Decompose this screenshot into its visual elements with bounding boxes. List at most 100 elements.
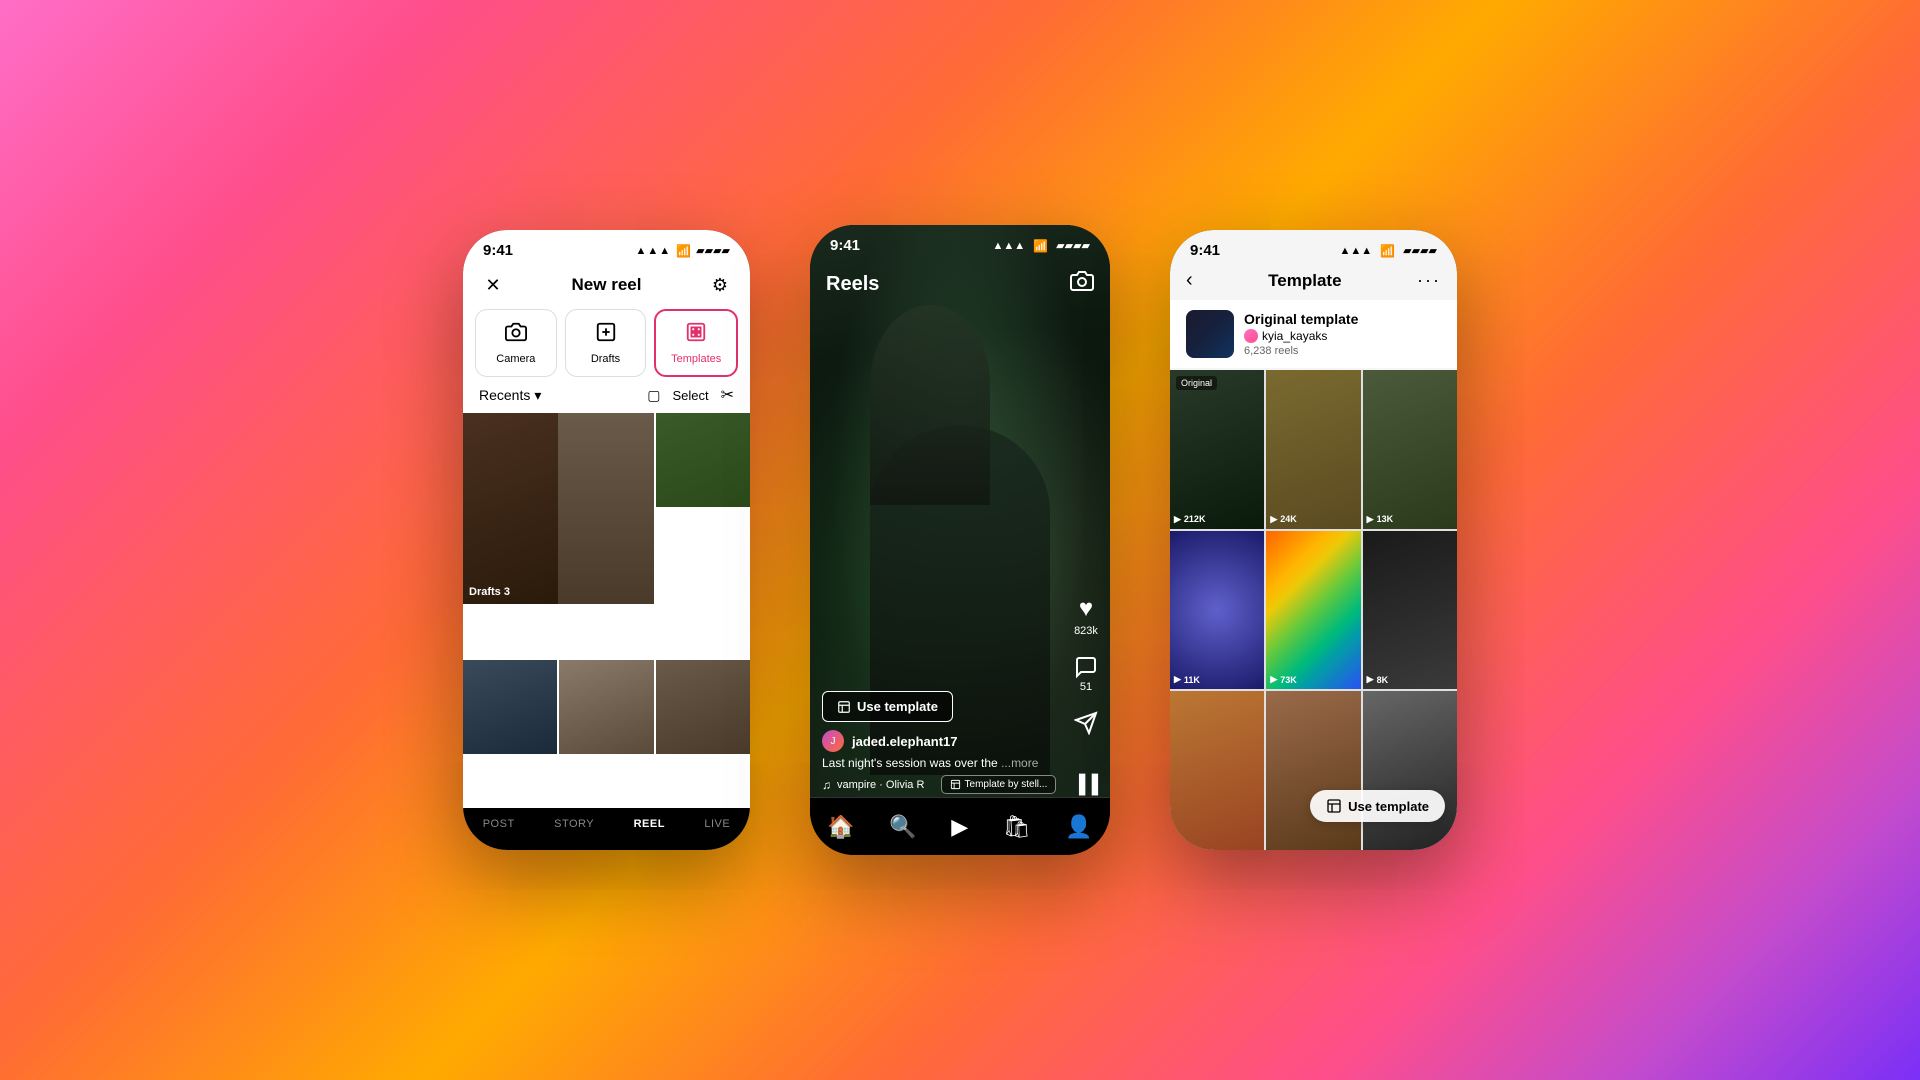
nav-live[interactable]: LIVE — [704, 818, 730, 830]
bottom-nav-2: 🏠 🔍 ▶ 🛍 👤 — [810, 797, 1110, 855]
grid-cell-5[interactable] — [559, 660, 653, 754]
signal-3: ▲▲▲ — [1340, 245, 1373, 257]
original-template-section: Original template kyia_kayaks 6,238 reel… — [1170, 300, 1457, 368]
new-reel-title: New reel — [572, 275, 642, 295]
tg-cell-8[interactable] — [1266, 691, 1360, 850]
phone-2-screen: 9:41 ▲▲▲ 📶 ▰▰▰▰ Reels ♥ 823k — [810, 225, 1110, 855]
phone-3: 9:41 ▲▲▲ 📶 ▰▰▰▰ ‹ Template ··· Original … — [1170, 230, 1457, 850]
template-grid: Original ▶ 212K ▶ 24K ▶ 13K — [1170, 370, 1457, 850]
likes-count: 823k — [1074, 625, 1098, 637]
battery-2: ▰▰▰▰ — [1056, 239, 1090, 252]
scissors-icon[interactable]: ✂ — [721, 385, 734, 405]
phone3-header: ‹ Template ··· — [1170, 263, 1457, 300]
caption: Last night's session was over the ...mor… — [822, 756, 1098, 770]
close-button[interactable]: ✕ — [479, 271, 507, 299]
play-icon-3: ▶ — [1367, 514, 1374, 525]
phone1-header: ✕ New reel ⚙ — [463, 263, 750, 309]
select-button[interactable]: Select — [672, 388, 708, 403]
original-template-info: Original template kyia_kayaks 6,238 reel… — [1244, 311, 1441, 357]
phone-1: 9:41 ▲▲▲ 📶 ▰▰▰▰ ✕ New reel ⚙ C — [463, 230, 750, 850]
tg-cell-7[interactable] — [1170, 691, 1264, 850]
settings-button[interactable]: ⚙ — [706, 271, 734, 299]
tg-cell-5[interactable]: ▶ 73K — [1266, 531, 1360, 690]
use-template-button-2[interactable]: Use template — [822, 691, 953, 722]
original-label: Original — [1176, 376, 1217, 390]
back-button[interactable]: ‹ — [1186, 269, 1193, 292]
shop-nav-icon[interactable]: 🛍 — [1003, 814, 1031, 840]
reels-title: Reels — [826, 273, 879, 296]
reels-bottom-overlay: Use template J jaded.elephant17 Last nig… — [810, 691, 1110, 795]
tg-cell-9[interactable] — [1363, 691, 1457, 850]
grid-cell-6[interactable] — [656, 660, 750, 754]
stat-24k: ▶ 24K — [1270, 514, 1296, 525]
original-template-username[interactable]: kyia_kayaks — [1262, 329, 1327, 343]
battery-icon: ▰▰▰▰ — [696, 244, 730, 257]
status-icons-3: ▲▲▲ 📶 ▰▰▰▰ — [1340, 244, 1437, 258]
play-icon-5: ▶ — [1270, 674, 1277, 685]
camera-button-2[interactable] — [1070, 269, 1094, 299]
wifi-icon: 📶 — [676, 244, 691, 258]
stat-212k: ▶ 212K — [1174, 514, 1205, 525]
recents-dropdown[interactable]: Recents ▾ — [479, 387, 541, 404]
stat-13k: ▶ 13K — [1367, 514, 1393, 525]
select-icon: ▢ — [647, 387, 660, 404]
play-icon-2: ▶ — [1270, 514, 1277, 525]
photo-grid: Drafts 3 — [463, 413, 750, 808]
use-template-float-button[interactable]: Use template — [1310, 790, 1445, 822]
original-template-thumb — [1186, 310, 1234, 358]
template-page-title: Template — [1268, 271, 1341, 291]
camera-tab-icon — [505, 321, 527, 349]
more-options-button[interactable]: ··· — [1417, 270, 1441, 291]
templates-tab-icon — [685, 321, 707, 349]
original-template-count: 6,238 reels — [1244, 345, 1441, 357]
tab-camera[interactable]: Camera — [475, 309, 557, 377]
music-text[interactable]: vampire · Olivia R — [837, 779, 924, 791]
chevron-down-icon: ▾ — [534, 387, 541, 404]
drafts-tab-label: Drafts — [591, 353, 620, 365]
drafts-tab-icon — [595, 321, 617, 349]
tg-cell-3[interactable]: ▶ 13K — [1363, 370, 1457, 529]
template-badge[interactable]: Template by stell... — [941, 775, 1057, 794]
username[interactable]: jaded.elephant17 — [852, 734, 957, 749]
use-template-icon — [837, 700, 851, 714]
reels-top-bar: Reels — [810, 261, 1110, 307]
profile-nav-icon[interactable]: 👤 — [1065, 814, 1092, 840]
grid-cell-4[interactable] — [463, 660, 557, 754]
status-bar-2: 9:41 ▲▲▲ 📶 ▰▰▰▰ — [810, 225, 1110, 258]
grid-cell-3[interactable] — [656, 413, 750, 507]
nav-reel[interactable]: REEL — [634, 818, 665, 830]
original-template-title: Original template — [1244, 311, 1441, 327]
tab-drafts[interactable]: Drafts — [565, 309, 647, 377]
time-2: 9:41 — [830, 237, 860, 254]
bar-icon[interactable]: ▐▐ — [1072, 774, 1098, 795]
music-info: ♫ vampire · Olivia R — [822, 778, 924, 792]
tg-cell-4[interactable]: ▶ 11K — [1170, 531, 1264, 690]
use-template-float-label: Use template — [1348, 799, 1429, 814]
template-badge-text: Template by stell... — [965, 779, 1048, 790]
recents-bar: Recents ▾ ▢ Select ✂ — [463, 377, 750, 413]
status-bar-1: 9:41 ▲▲▲ 📶 ▰▰▰▰ — [463, 230, 750, 263]
recents-actions: ▢ Select ✂ — [647, 385, 734, 405]
search-nav-icon[interactable]: 🔍 — [889, 814, 916, 840]
grid-cell-drafts[interactable]: Drafts 3 — [463, 413, 654, 604]
bottom-nav-1: POST STORY REEL LIVE — [463, 808, 750, 850]
phone-1-screen: 9:41 ▲▲▲ 📶 ▰▰▰▰ ✕ New reel ⚙ C — [463, 230, 750, 850]
original-template-avatar — [1244, 329, 1258, 343]
nav-post[interactable]: POST — [483, 818, 515, 830]
tg-cell-1[interactable]: Original ▶ 212K — [1170, 370, 1264, 529]
comment-action[interactable]: 51 — [1074, 655, 1098, 693]
user-avatar: J — [822, 730, 844, 752]
use-template-label-2: Use template — [857, 699, 938, 714]
tg-cell-2[interactable]: ▶ 24K — [1266, 370, 1360, 529]
signal-2: ▲▲▲ — [993, 240, 1026, 252]
home-nav-icon[interactable]: 🏠 — [827, 814, 854, 840]
nav-story[interactable]: STORY — [554, 818, 594, 830]
reels-nav-icon[interactable]: ▶ — [951, 814, 968, 840]
like-action[interactable]: ♥ 823k — [1074, 595, 1098, 637]
tab-templates[interactable]: Templates — [654, 309, 738, 377]
caption-more[interactable]: ...more — [1001, 756, 1038, 770]
phone-3-screen: 9:41 ▲▲▲ 📶 ▰▰▰▰ ‹ Template ··· Original … — [1170, 230, 1457, 850]
tg-cell-6[interactable]: ▶ 8K — [1363, 531, 1457, 690]
stat-11k: ▶ 11K — [1174, 674, 1200, 685]
status-icons-1: ▲▲▲ 📶 ▰▰▰▰ — [636, 244, 730, 258]
